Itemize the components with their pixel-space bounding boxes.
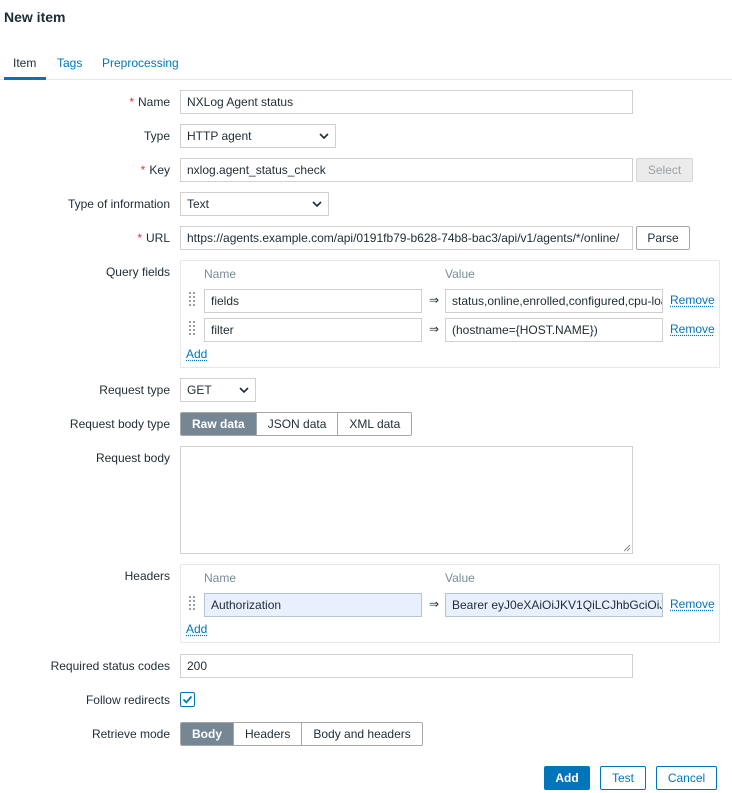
request-body-label: Request body: [95, 451, 170, 465]
add-button[interactable]: Add: [544, 766, 590, 790]
url-input[interactable]: https://agents.example.com/api/0191fb79-…: [180, 226, 633, 250]
remove-query-field-link[interactable]: Remove: [670, 322, 715, 336]
remove-query-field-link[interactable]: Remove: [670, 293, 715, 307]
tab-bar: Item Tags Preprocessing: [0, 52, 732, 80]
request-body-type-json[interactable]: JSON data: [255, 413, 338, 435]
type-select[interactable]: HTTP agent: [180, 124, 336, 148]
headers-table: Name Value Authorization ⇒ Bearer eyJ0eX…: [180, 564, 720, 643]
retrieve-mode-toggle: Body Headers Body and headers: [180, 722, 423, 746]
chevron-down-icon: [319, 126, 329, 155]
query-fields-label: Query fields: [105, 265, 170, 279]
retrieve-mode-label: Retrieve mode: [91, 727, 170, 741]
key-input[interactable]: nxlog.agent_status_check: [180, 158, 633, 182]
headers-label: Headers: [124, 569, 170, 583]
request-body-type-raw[interactable]: Raw data: [181, 413, 256, 435]
type-select-value: HTTP agent: [187, 129, 252, 143]
resize-handle-icon[interactable]: [623, 544, 631, 552]
tab-item[interactable]: Item: [13, 56, 36, 70]
required-marker: *: [129, 95, 134, 109]
query-fields-table: Name Value fields ⇒ status,online,enroll…: [180, 260, 720, 368]
required-status-codes-input[interactable]: 200: [180, 654, 633, 678]
type-of-information-value: Text: [187, 197, 210, 211]
drag-handle-icon[interactable]: [189, 292, 197, 308]
request-body-textarea[interactable]: [180, 446, 633, 554]
headers-col-name: Name: [204, 571, 237, 585]
query-fields-col-name: Name: [204, 267, 237, 281]
name-input[interactable]: NXLog Agent status: [180, 90, 633, 114]
drag-handle-icon[interactable]: [189, 596, 197, 612]
request-type-label: Request type: [99, 383, 170, 397]
required-marker: *: [140, 163, 146, 177]
request-type-value: GET: [187, 383, 212, 397]
request-type-select[interactable]: GET: [180, 378, 256, 402]
request-body-type-toggle: Raw data JSON data XML data: [180, 412, 413, 436]
query-field-value-input[interactable]: (hostname={HOST.NAME}): [445, 318, 663, 342]
chevron-down-icon: [239, 380, 249, 409]
request-body-type-label: Request body type: [69, 417, 170, 431]
query-field-name-input[interactable]: fields: [204, 289, 422, 313]
required-status-codes-label: Required status codes: [50, 659, 170, 673]
type-of-information-label: Type of information: [67, 197, 170, 211]
follow-redirects-checkbox[interactable]: [180, 692, 195, 707]
active-tab-indicator: [4, 77, 46, 80]
follow-redirects-label: Follow redirects: [85, 693, 170, 707]
retrieve-mode-body[interactable]: Body: [181, 723, 233, 745]
parse-button[interactable]: Parse: [636, 226, 690, 250]
header-value-input[interactable]: Bearer eyJ0eXAiOiJKV1QiLCJhbGciOiJIUzI1N…: [445, 593, 663, 617]
chevron-down-icon: [312, 194, 322, 223]
key-select-button[interactable]: Select: [636, 158, 693, 182]
type-of-information-select[interactable]: Text: [180, 192, 329, 216]
query-fields-col-value: Value: [445, 267, 475, 281]
arrow-right-icon: ⇒: [429, 293, 440, 307]
key-label: * Key: [140, 163, 170, 177]
retrieve-mode-body-and-headers[interactable]: Body and headers: [301, 723, 422, 745]
retrieve-mode-headers[interactable]: Headers: [233, 723, 302, 745]
query-field-name-input[interactable]: filter: [204, 318, 422, 342]
query-field-value-input[interactable]: status,online,enrolled,configured,cpu-lo…: [445, 289, 663, 313]
request-body-type-xml[interactable]: XML data: [337, 413, 412, 435]
drag-handle-icon[interactable]: [189, 321, 197, 337]
page-title: New item: [4, 9, 66, 25]
header-name-input[interactable]: Authorization: [204, 593, 422, 617]
check-icon: [182, 695, 193, 704]
tab-preprocessing[interactable]: Preprocessing: [102, 56, 179, 70]
cancel-button[interactable]: Cancel: [656, 766, 717, 790]
name-label: * Name: [129, 95, 170, 109]
arrow-right-icon: ⇒: [429, 322, 440, 336]
remove-header-link[interactable]: Remove: [670, 597, 715, 611]
tab-tags[interactable]: Tags: [57, 56, 82, 70]
add-header-link[interactable]: Add: [186, 622, 207, 636]
url-label: * URL: [137, 231, 170, 245]
arrow-right-icon: ⇒: [429, 597, 440, 611]
test-button[interactable]: Test: [600, 766, 646, 790]
headers-col-value: Value: [445, 571, 475, 585]
add-query-field-link[interactable]: Add: [186, 347, 207, 361]
type-label: Type: [143, 129, 170, 143]
required-marker: *: [137, 231, 142, 245]
